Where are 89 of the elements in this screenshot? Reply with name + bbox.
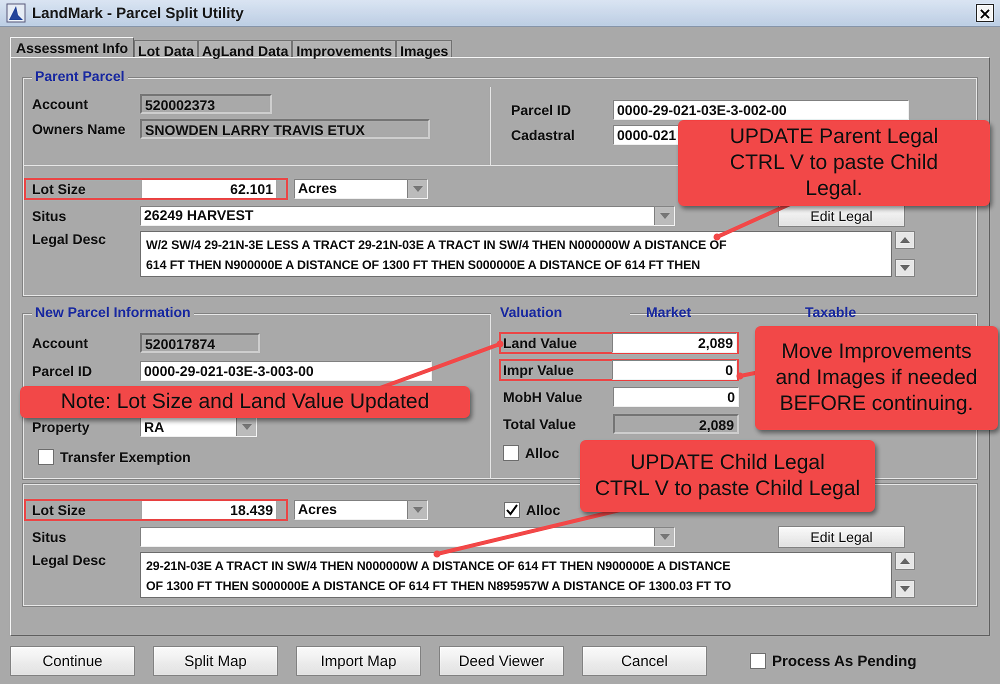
field-label: Land Value [502,334,578,350]
callout-text: CTRL V to paste Child [728,150,940,176]
tab[interactable]: AgLand Data [198,40,292,57]
section-title: New Parcel Information [32,304,194,320]
dropdown-value: Acres [298,180,338,197]
scroll-up-icon [900,237,910,243]
text-field[interactable]: 0 [612,360,737,380]
text-field[interactable]: 18.439 [142,500,276,518]
field-label: Situs [31,208,68,224]
legal-description-field[interactable]: 29-21N-03E A TRACT IN SW/4 THEN N000000W A DISTANCE OF 614 FT THEN N900000E A DISTANCE OF 1300 FT THEN S000000E A DISTANCE OF 614 FT THEN N895957W A DISTANCE OF 1300.03 FT TO [140,552,892,598]
situs-dropdown[interactable]: 26249 HARVEST [140,206,675,226]
field-label: Owners Name [31,120,126,136]
dropdown-value: RA [144,418,166,436]
readonly-field: 520002373 [140,94,272,114]
checkbox-label: Transfer Exemption [60,449,191,465]
edit-legal-button[interactable]: Edit Legal [778,204,905,226]
check-icon [506,504,518,516]
text-field[interactable]: 0000-29-021-03E-3-003-00 [140,361,432,381]
dropdown-value: 26249 HARVEST [144,207,254,224]
alloc-checkbox[interactable] [504,502,520,518]
callout-text: Legal. [804,176,864,202]
field-label: Account [31,335,89,351]
column-heading: Market [645,304,692,320]
field-label: MobH Value [502,388,584,404]
process-pending-checkbox[interactable] [750,653,766,669]
unit-dropdown[interactable]: Acres [294,178,428,198]
field-label: Parcel ID [31,363,93,379]
text-field[interactable]: 62.101 [142,180,276,198]
caret-icon [412,186,422,192]
app-logo-icon [6,3,26,23]
caret-icon [660,534,670,540]
situs-dropdown[interactable] [140,526,675,546]
checkbox-label: Process As Pending [772,652,916,670]
field-label: Account [31,96,89,112]
caret-icon [412,506,422,512]
tab[interactable]: Lot Data [134,40,198,57]
tab[interactable]: Improvements [292,40,396,57]
action-button[interactable]: Split Map [153,646,278,676]
callout-text: BEFORE continuing. [778,391,974,417]
checkbox-label: Alloc [526,502,560,518]
field-label: Parcel ID [510,102,572,118]
legal-description-field[interactable]: W/2 SW/4 29-21N-3E LESS A TRACT 29-21N-03E A TRACT IN SW/4 THEN N000000W A DISTANCE OF 614 FT THEN N900000E A DISTANCE OF 1300 FT THEN S000000E A DISTANCE OF 614 FT THEN [140,231,892,277]
field-label: Situs [31,528,68,544]
readonly-field: 2,089 [613,414,739,434]
field-label: Legal Desc [31,231,107,249]
alloc-checkbox[interactable] [503,445,519,461]
callout-text: Move Improvements [780,339,973,365]
action-button[interactable]: Continue [10,646,135,676]
field-label: Lot Size [31,180,87,196]
close-button[interactable]: × [976,4,994,22]
transfer-exemption-checkbox[interactable] [38,449,54,465]
text-field[interactable]: 0000-29-021-03E-3-002-00 [613,100,909,120]
property-dropdown[interactable]: RA [140,417,257,437]
window-title: LandMark - Parcel Split Utility [32,4,244,22]
caret-icon [660,212,670,218]
field-label: Impr Value [502,362,575,378]
callout-text: and Images if needed [774,365,978,391]
dropdown-value: Acres [298,501,338,518]
field-label: Total Value [502,416,577,432]
caret-icon [242,424,252,430]
action-button[interactable]: Deed Viewer [439,646,564,676]
field-label: Cadastral [510,126,576,142]
readonly-field: 520017874 [140,333,260,353]
callout-text: UPDATE Parent Legal [728,124,940,150]
column-heading: Taxable [805,304,856,320]
field-label: Lot Size [31,502,87,518]
scrollbar[interactable] [895,231,915,277]
scrollbar[interactable] [895,552,915,598]
tab[interactable]: Assessment Info [10,37,134,57]
callout-text: UPDATE Child Legal [629,450,826,476]
action-button[interactable]: Import Map [296,646,421,676]
text-field[interactable]: 2,089 [612,332,737,352]
callout-text: CTRL V to paste Child Legal [594,476,862,502]
field-label: Property [31,419,91,435]
field-label: Legal Desc [31,552,107,570]
section-title: Parent Parcel [32,68,128,84]
edit-legal-button[interactable]: Edit Legal [778,526,905,548]
checkbox-label: Alloc [525,445,560,461]
action-button[interactable]: Cancel [582,646,707,676]
section-title: Valuation [491,304,630,320]
tab[interactable]: Images [396,40,452,57]
scroll-down-icon [900,586,910,592]
callout-text: Note: Lot Size and Land Value Updated [60,389,430,415]
text-field[interactable]: 0 [613,386,739,406]
scroll-down-icon [900,265,910,271]
text-field[interactable]: 0000-021 [613,124,679,144]
unit-dropdown[interactable]: Acres [294,500,428,520]
scroll-up-icon [900,558,910,564]
readonly-field: SNOWDEN LARRY TRAVIS ETUX [140,118,430,138]
